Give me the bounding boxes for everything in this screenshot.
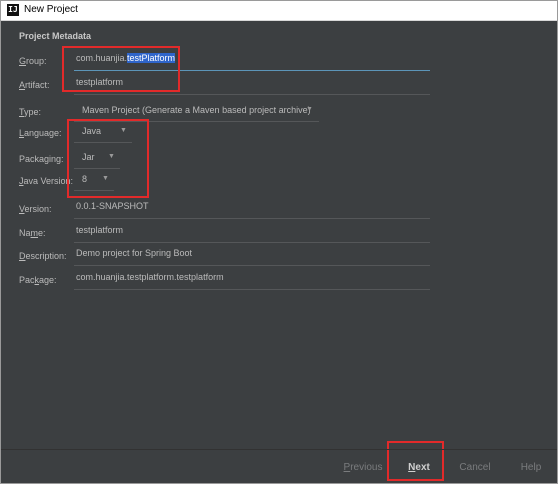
- package-value: com.huanjia.testplatform.testplatform: [76, 272, 224, 282]
- package-label: Package:: [19, 275, 57, 285]
- language-version-highlight-box: [67, 119, 149, 198]
- title-bar: IJ New Project: [1, 1, 557, 21]
- section-title: Project Metadata: [19, 31, 92, 41]
- name-field[interactable]: testplatform: [74, 221, 430, 243]
- description-field[interactable]: Demo project for Spring Boot: [74, 244, 430, 266]
- version-field[interactable]: 0.0.1-SNAPSHOT: [74, 197, 430, 219]
- next-button[interactable]: Next: [392, 457, 446, 479]
- artifact-label: Artifact:: [19, 80, 50, 90]
- description-value: Demo project for Spring Boot: [76, 248, 193, 258]
- new-project-dialog: IJ New Project Project Metadata Group: c…: [0, 0, 558, 484]
- description-label: Description:: [19, 251, 67, 261]
- version-label: Version:: [19, 204, 52, 214]
- packaging-label: Packaging:: [19, 154, 64, 164]
- type-value: Maven Project (Generate a Maven based pr…: [82, 105, 311, 115]
- type-label: Type:: [19, 107, 42, 117]
- language-label: Language:: [19, 128, 62, 138]
- help-button[interactable]: Help: [504, 457, 557, 479]
- intellij-app-icon: IJ: [7, 4, 19, 16]
- chevron-down-icon: ▼: [306, 106, 313, 113]
- cancel-button[interactable]: Cancel: [448, 457, 502, 479]
- previous-button[interactable]: Previous: [336, 457, 390, 479]
- group-label: Group:: [19, 56, 47, 66]
- name-label: Name:: [19, 228, 46, 238]
- footer-separator: [1, 449, 557, 450]
- window-title: New Project: [24, 4, 78, 15]
- java-version-label: Java Version:: [19, 176, 74, 186]
- group-artifact-highlight-box: [62, 46, 180, 92]
- version-value: 0.0.1-SNAPSHOT: [76, 201, 149, 211]
- name-value: testplatform: [76, 225, 124, 235]
- package-field[interactable]: com.huanjia.testplatform.testplatform: [74, 268, 430, 290]
